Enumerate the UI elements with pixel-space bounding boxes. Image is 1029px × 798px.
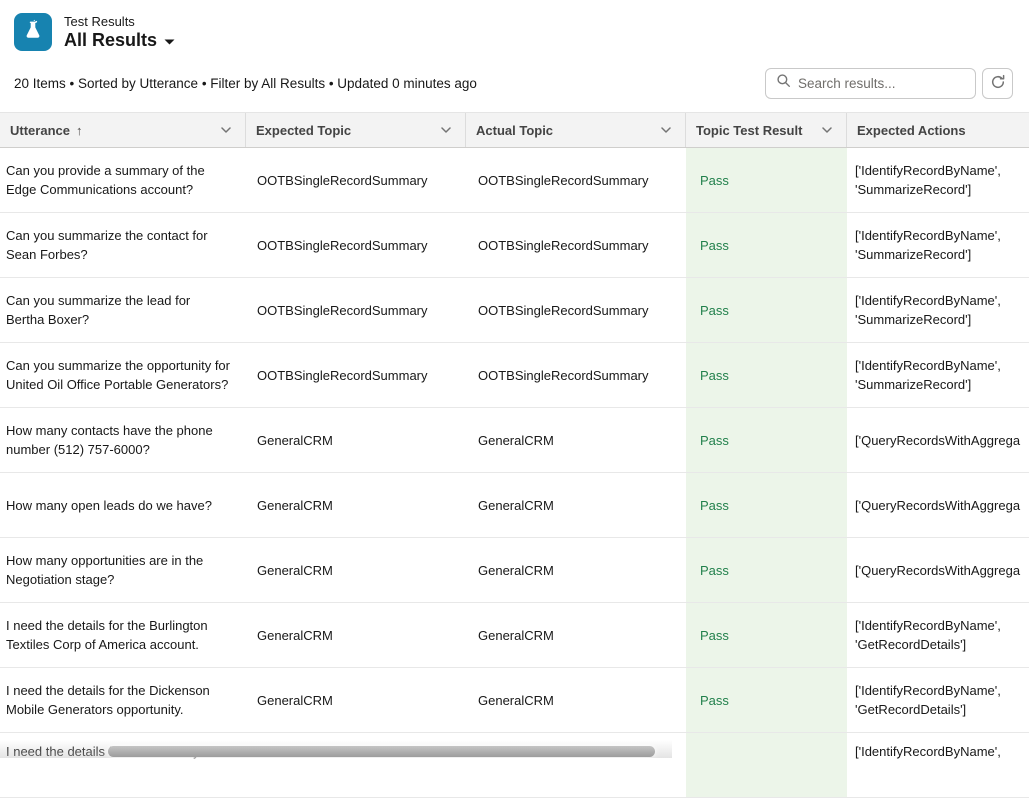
table-row[interactable]: I need the details for the Burlington Te…	[0, 603, 1029, 668]
expected-topic-cell	[246, 733, 466, 797]
topic-test-result-cell: Pass	[686, 408, 847, 472]
results-table: Utterance ↑ Expected Topic Actual Topic …	[0, 112, 1029, 798]
test-results-object-icon	[14, 13, 52, 51]
expected-actions-cell: ['IdentifyRecordByName', 'GetRecordDetai…	[847, 668, 1029, 732]
expected-topic-cell: GeneralCRM	[246, 408, 466, 472]
column-header-actual-topic[interactable]: Actual Topic	[466, 113, 686, 147]
actual-topic-cell	[466, 733, 686, 797]
column-label: Actual Topic	[476, 123, 553, 138]
search-box[interactable]	[765, 68, 976, 99]
search-input[interactable]	[798, 76, 965, 91]
utterance-cell: How many opportunities are in the Negoti…	[0, 538, 246, 602]
column-header-utterance[interactable]: Utterance ↑	[0, 113, 246, 147]
utterance-cell: I need the details for the lead Phyllis	[0, 733, 246, 797]
toolbar-actions	[765, 68, 1013, 99]
topic-test-result-cell: Pass	[686, 603, 847, 667]
expected-topic-cell: GeneralCRM	[246, 473, 466, 537]
table-row[interactable]: How many contacts have the phone number …	[0, 408, 1029, 473]
table-header-row: Utterance ↑ Expected Topic Actual Topic …	[0, 112, 1029, 148]
expected-actions-cell: ['IdentifyRecordByName',	[847, 733, 1029, 797]
table-row[interactable]: I need the details for the Dickenson Mob…	[0, 668, 1029, 733]
utterance-cell: Can you summarize the contact for Sean F…	[0, 213, 246, 277]
actual-topic-cell: GeneralCRM	[466, 408, 686, 472]
expected-topic-cell: GeneralCRM	[246, 538, 466, 602]
column-label: Utterance	[10, 123, 70, 138]
topic-test-result-cell: Pass	[686, 668, 847, 732]
actual-topic-cell: GeneralCRM	[466, 668, 686, 732]
horizontal-scrollbar[interactable]	[108, 746, 655, 757]
table-body: Can you provide a summary of the Edge Co…	[0, 148, 1029, 798]
refresh-button[interactable]	[982, 68, 1013, 99]
sort-ascending-icon: ↑	[76, 123, 83, 138]
column-header-expected-actions[interactable]: Expected Actions	[847, 113, 1029, 147]
chevron-down-icon[interactable]	[812, 123, 834, 137]
expected-actions-cell: ['QueryRecordsWithAggrega	[847, 408, 1029, 472]
expected-actions-cell: ['IdentifyRecordByName', 'SummarizeRecor…	[847, 213, 1029, 277]
utterance-cell: Can you provide a summary of the Edge Co…	[0, 148, 246, 212]
actual-topic-cell: GeneralCRM	[466, 603, 686, 667]
title-block: Test Results All Results	[64, 13, 175, 51]
caret-down-icon	[164, 33, 175, 48]
expected-actions-cell: ['IdentifyRecordByName', 'SummarizeRecor…	[847, 343, 1029, 407]
refresh-icon	[990, 74, 1006, 93]
table-row[interactable]: Can you summarize the lead for Bertha Bo…	[0, 278, 1029, 343]
list-view-selector[interactable]: All Results	[64, 30, 175, 51]
list-toolbar: 20 Items • Sorted by Utterance • Filter …	[0, 60, 1029, 112]
table-row[interactable]: Can you provide a summary of the Edge Co…	[0, 148, 1029, 213]
utterance-cell: Can you summarize the lead for Bertha Bo…	[0, 278, 246, 342]
topic-test-result-cell: Pass	[686, 538, 847, 602]
column-label: Expected Topic	[256, 123, 351, 138]
expected-topic-cell: OOTBSingleRecordSummary	[246, 148, 466, 212]
topic-test-result-cell: Pass	[686, 278, 847, 342]
view-label: All Results	[64, 30, 157, 51]
column-label: Expected Actions	[857, 123, 966, 138]
utterance-cell: I need the details for the Dickenson Mob…	[0, 668, 246, 732]
table-row[interactable]: How many opportunities are in the Negoti…	[0, 538, 1029, 603]
utterance-cell: How many open leads do we have?	[0, 473, 246, 537]
utterance-cell: How many contacts have the phone number …	[0, 408, 246, 472]
topic-test-result-cell: Pass	[686, 148, 847, 212]
expected-topic-cell: GeneralCRM	[246, 668, 466, 732]
expected-topic-cell: GeneralCRM	[246, 603, 466, 667]
utterance-cell: I need the details for the Burlington Te…	[0, 603, 246, 667]
actual-topic-cell: GeneralCRM	[466, 473, 686, 537]
table-row[interactable]: Can you summarize the opportunity for Un…	[0, 343, 1029, 408]
expected-actions-cell: ['QueryRecordsWithAggrega	[847, 473, 1029, 537]
column-header-expected-topic[interactable]: Expected Topic	[246, 113, 466, 147]
expected-actions-cell: ['QueryRecordsWithAggrega	[847, 538, 1029, 602]
search-icon	[776, 73, 791, 93]
table-row[interactable]: How many open leads do we have? GeneralC…	[0, 473, 1029, 538]
topic-test-result-cell	[686, 733, 847, 797]
actual-topic-cell: OOTBSingleRecordSummary	[466, 278, 686, 342]
utterance-cell: Can you summarize the opportunity for Un…	[0, 343, 246, 407]
object-label: Test Results	[64, 14, 175, 29]
topic-test-result-cell: Pass	[686, 213, 847, 277]
actual-topic-cell: GeneralCRM	[466, 538, 686, 602]
expected-actions-cell: ['IdentifyRecordByName', 'GetRecordDetai…	[847, 603, 1029, 667]
actual-topic-cell: OOTBSingleRecordSummary	[466, 213, 686, 277]
actual-topic-cell: OOTBSingleRecordSummary	[466, 343, 686, 407]
chevron-down-icon[interactable]	[211, 123, 233, 137]
expected-topic-cell: OOTBSingleRecordSummary	[246, 343, 466, 407]
actual-topic-cell: OOTBSingleRecordSummary	[466, 148, 686, 212]
chevron-down-icon[interactable]	[431, 123, 453, 137]
topic-test-result-cell: Pass	[686, 473, 847, 537]
page-header: Test Results All Results	[0, 0, 1029, 60]
expected-actions-cell: ['IdentifyRecordByName', 'SummarizeRecor…	[847, 278, 1029, 342]
flask-icon	[22, 19, 44, 46]
chevron-down-icon[interactable]	[651, 123, 673, 137]
expected-actions-cell: ['IdentifyRecordByName', 'SummarizeRecor…	[847, 148, 1029, 212]
table-row[interactable]: Can you summarize the contact for Sean F…	[0, 213, 1029, 278]
topic-test-result-cell: Pass	[686, 343, 847, 407]
expected-topic-cell: OOTBSingleRecordSummary	[246, 213, 466, 277]
column-label: Topic Test Result	[696, 123, 802, 138]
expected-topic-cell: OOTBSingleRecordSummary	[246, 278, 466, 342]
list-summary: 20 Items • Sorted by Utterance • Filter …	[14, 76, 477, 91]
column-header-topic-test-result[interactable]: Topic Test Result	[686, 113, 847, 147]
table-row[interactable]: I need the details for the lead Phyllis …	[0, 733, 1029, 798]
